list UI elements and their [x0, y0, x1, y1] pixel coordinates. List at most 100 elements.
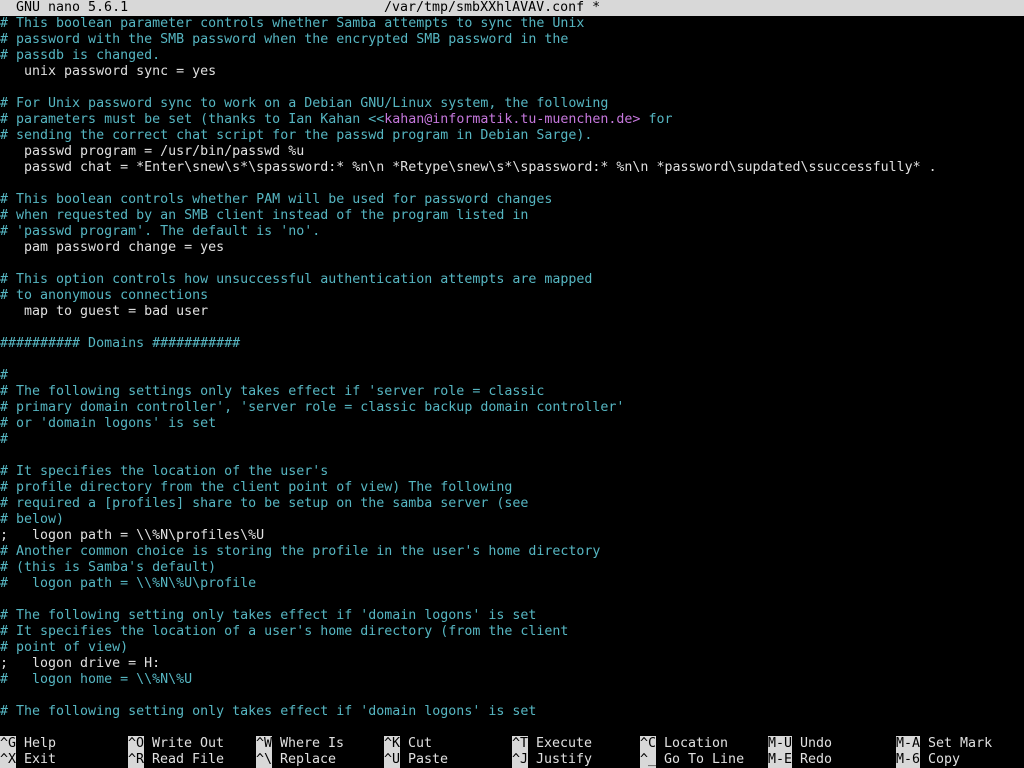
comment-text: # This boolean controls whether PAM will… — [0, 192, 553, 207]
comment-text: # — [0, 432, 9, 447]
comment-text: # password with the SMB password when th… — [0, 32, 569, 47]
comment-text: # For Unix password sync to work on a De… — [0, 96, 609, 111]
comment-text: # when requested by an SMB client instea… — [0, 208, 529, 223]
email-link[interactable]: kahan@informatik.tu-muenchen.de> — [384, 112, 640, 127]
editor-line[interactable]: # This option controls how unsuccessful … — [0, 272, 1024, 288]
shortcut-key: ^W — [256, 736, 273, 752]
editor-line[interactable] — [0, 256, 1024, 272]
shortcut-replace[interactable]: ^\ Replace — [256, 752, 336, 768]
shortcut-label: Where Is — [280, 736, 345, 751]
editor-line[interactable]: # logon home = \\%N\%U — [0, 672, 1024, 688]
editor-line[interactable]: # sending the correct chat script for th… — [0, 128, 1024, 144]
comment-text: # Another common choice is storing the p… — [0, 544, 601, 559]
config-text: passwd program = /usr/bin/passwd %u — [0, 144, 305, 159]
shortcut-set-mark[interactable]: M-A Set Mark — [896, 736, 992, 752]
editor-line[interactable]: # The following settings only takes effe… — [0, 384, 1024, 400]
shortcut-justify[interactable]: ^J Justify — [512, 752, 592, 768]
editor-line[interactable]: # when requested by an SMB client instea… — [0, 208, 1024, 224]
shortcut-exit[interactable]: ^X Exit — [0, 752, 56, 768]
editor-line[interactable] — [0, 448, 1024, 464]
shortcut-label: Paste — [408, 752, 449, 767]
editor-line[interactable]: # profile directory from the client poin… — [0, 480, 1024, 496]
shortcut-key: ^R — [128, 752, 145, 768]
editor-line[interactable]: # required a [profiles] share to be setu… — [0, 496, 1024, 512]
shortcut-key: ^K — [384, 736, 401, 752]
shortcut-key: ^T — [512, 736, 529, 752]
editor-line[interactable]: # This boolean controls whether PAM will… — [0, 192, 1024, 208]
shortcut-help[interactable]: ^G Help — [0, 736, 56, 752]
comment-text: # It specifies the location of a user's … — [0, 624, 569, 639]
editor-line[interactable]: # The following setting only takes effec… — [0, 704, 1024, 720]
editor-line[interactable]: unix password sync = yes — [0, 64, 1024, 80]
editor-line[interactable]: map to guest = bad user — [0, 304, 1024, 320]
shortcut-key: M-A — [896, 736, 921, 752]
editor-line[interactable]: # to anonymous connections — [0, 288, 1024, 304]
comment-text: for — [640, 112, 673, 127]
shortcut-key: ^C — [640, 736, 657, 752]
shortcut-key: M-E — [768, 752, 793, 768]
editor-line[interactable]: # point of view) — [0, 640, 1024, 656]
editor-line[interactable]: # below) — [0, 512, 1024, 528]
editor-line[interactable]: # It specifies the location of a user's … — [0, 624, 1024, 640]
comment-text: # logon path = \\%N\%U\profile — [0, 576, 257, 591]
editor-line[interactable]: # 'passwd program'. The default is 'no'. — [0, 224, 1024, 240]
editor-line[interactable]: passwd program = /usr/bin/passwd %u — [0, 144, 1024, 160]
comment-text: # The following setting only takes effec… — [0, 608, 537, 623]
comment-text: # below) — [0, 512, 65, 527]
editor-line[interactable]: # or 'domain logons' is set — [0, 416, 1024, 432]
editor-line[interactable]: ########## Domains ########### — [0, 336, 1024, 352]
comment-text: # sending the correct chat script for th… — [0, 128, 593, 143]
shortcut-label: Justify — [536, 752, 593, 767]
shortcut-read-file[interactable]: ^R Read File — [128, 752, 224, 768]
config-text: ; logon path = \\%N\profiles\%U — [0, 528, 265, 543]
editor-line[interactable] — [0, 176, 1024, 192]
editor-line[interactable]: # The following setting only takes effec… — [0, 608, 1024, 624]
editor-line[interactable]: # primary domain controller', 'server ro… — [0, 400, 1024, 416]
shortcut-label: Undo — [800, 736, 833, 751]
shortcut-key: ^_ — [640, 752, 657, 768]
editor-line[interactable]: pam password change = yes — [0, 240, 1024, 256]
comment-text: # It specifies the location of the user'… — [0, 464, 329, 479]
editor-line[interactable]: # It specifies the location of the user'… — [0, 464, 1024, 480]
editor-line[interactable]: # (this is Samba's default) — [0, 560, 1024, 576]
editor-line[interactable]: ; logon drive = H: — [0, 656, 1024, 672]
editor-line[interactable]: # Another common choice is storing the p… — [0, 544, 1024, 560]
comment-text: # 'passwd program'. The default is 'no'. — [0, 224, 321, 239]
editor-line[interactable]: # — [0, 368, 1024, 384]
shortcut-label: Go To Line — [664, 752, 745, 767]
editor-line[interactable] — [0, 688, 1024, 704]
shortcut-location[interactable]: ^C Location — [640, 736, 728, 752]
shortcut-undo[interactable]: M-U Undo — [768, 736, 832, 752]
shortcut-label: Read File — [152, 752, 225, 767]
editor-line[interactable]: # parameters must be set (thanks to Ian … — [0, 112, 1024, 128]
editor-line[interactable]: # For Unix password sync to work on a De… — [0, 96, 1024, 112]
comment-text: # (this is Samba's default) — [0, 560, 217, 575]
shortcut-cut[interactable]: ^K Cut — [384, 736, 432, 752]
shortcut-go-to-line[interactable]: ^_ Go To Line — [640, 752, 744, 768]
shortcut-key: ^\ — [256, 752, 273, 768]
editor-line[interactable]: # passdb is changed. — [0, 48, 1024, 64]
shortcut-where-is[interactable]: ^W Where Is — [256, 736, 344, 752]
editor-line[interactable]: # This boolean parameter controls whethe… — [0, 16, 1024, 32]
editor-line[interactable] — [0, 320, 1024, 336]
shortcut-key: ^J — [512, 752, 529, 768]
editor-line[interactable]: # logon path = \\%N\%U\profile — [0, 576, 1024, 592]
comment-text: # parameters must be set (thanks to Ian … — [0, 112, 385, 127]
editor-line[interactable]: # password with the SMB password when th… — [0, 32, 1024, 48]
editor-line[interactable] — [0, 80, 1024, 96]
shortcut-redo[interactable]: M-E Redo — [768, 752, 832, 768]
editor-text-area[interactable]: # This boolean parameter controls whethe… — [0, 16, 1024, 720]
comment-text: # — [0, 368, 9, 383]
shortcut-copy[interactable]: M-6 Copy — [896, 752, 960, 768]
config-text: pam password change = yes — [0, 240, 225, 255]
editor-line[interactable]: # — [0, 432, 1024, 448]
editor-line[interactable]: ; logon path = \\%N\profiles\%U — [0, 528, 1024, 544]
editor-line[interactable] — [0, 592, 1024, 608]
shortcut-execute[interactable]: ^T Execute — [512, 736, 592, 752]
editor-line[interactable]: passwd chat = *Enter\snew\s*\spassword:*… — [0, 160, 1024, 176]
shortcut-paste[interactable]: ^U Paste — [384, 752, 448, 768]
shortcut-write-out[interactable]: ^O Write Out — [128, 736, 224, 752]
editor-line[interactable] — [0, 352, 1024, 368]
shortcut-label: Location — [664, 736, 729, 751]
shortcut-label: Replace — [280, 752, 337, 767]
